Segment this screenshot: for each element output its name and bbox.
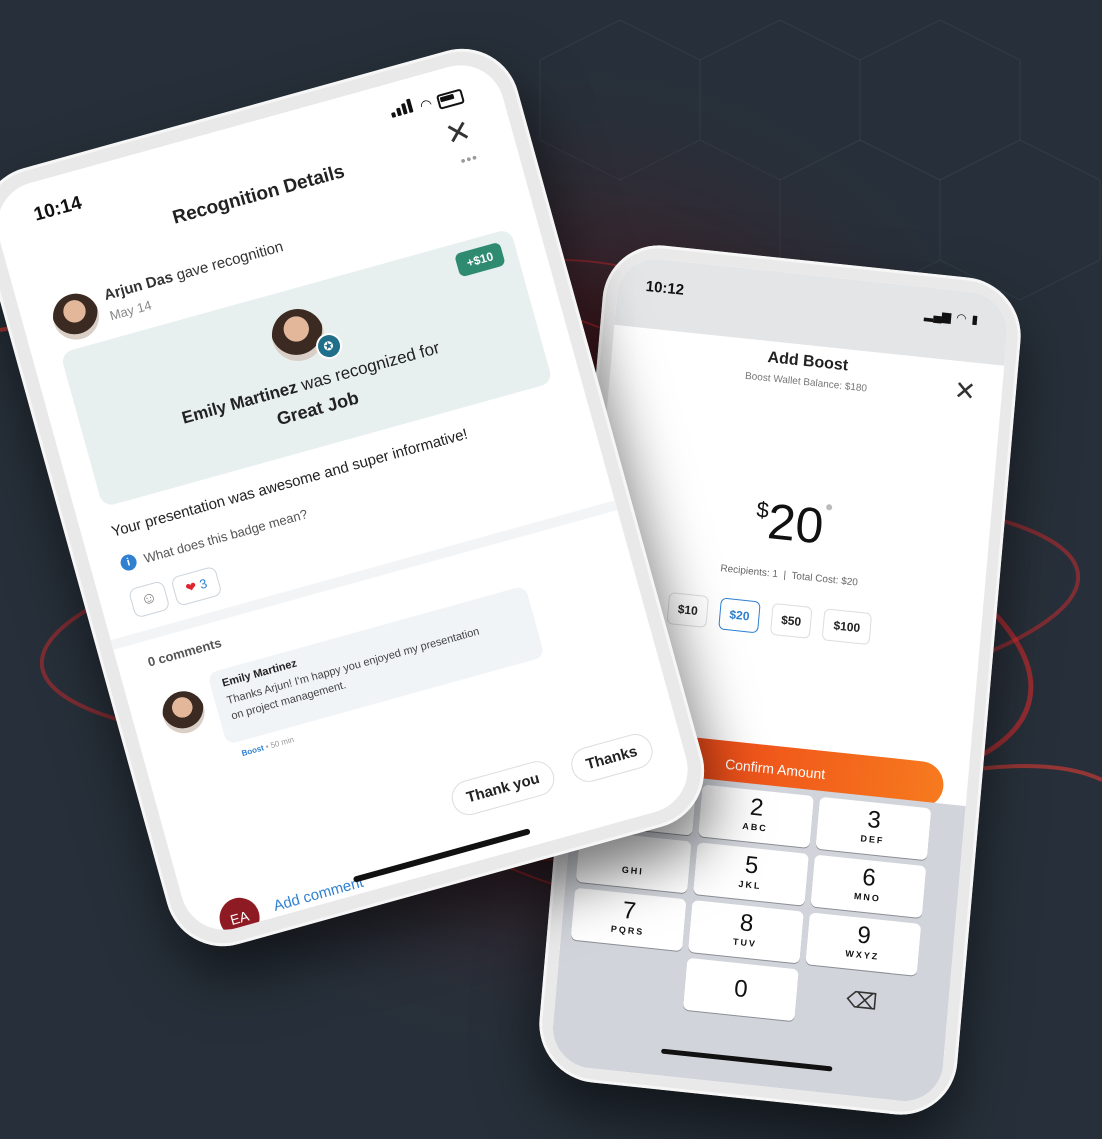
info-icon: i: [118, 552, 139, 573]
signal-icon: [388, 98, 416, 123]
heart-icon: ❤: [183, 578, 199, 596]
giver-line: Arjun Das gave recognition: [102, 238, 285, 304]
user-avatar: EA: [214, 893, 265, 940]
home-indicator: [660, 1048, 833, 1072]
giver-action: gave recognition: [174, 238, 286, 284]
amount-option[interactable]: $10: [666, 591, 710, 629]
boost-link[interactable]: Boost: [241, 743, 265, 758]
key-7[interactable]: 7 PQRS: [570, 887, 687, 952]
smiley-icon: ☺: [138, 588, 160, 610]
key-3[interactable]: 3 DEF: [815, 796, 932, 861]
separator: |: [782, 569, 787, 582]
more-dots-icon[interactable]: •••: [459, 149, 480, 169]
quick-reply-thanks[interactable]: Thanks: [567, 730, 657, 786]
add-comment-input[interactable]: Add comment: [272, 874, 366, 915]
close-icon[interactable]: ✕: [953, 375, 977, 407]
giver-name: Arjun Das: [102, 268, 175, 304]
amount-value: 20: [765, 492, 826, 555]
total-cost: Total Cost: $20: [790, 570, 859, 589]
wifi-icon: ◠: [417, 95, 434, 114]
add-reaction-button[interactable]: ☺: [127, 580, 171, 619]
quick-reply-thank-you[interactable]: Thank you: [447, 757, 559, 820]
amount-option[interactable]: $100: [821, 608, 873, 646]
caret-icon: ●: [824, 497, 835, 515]
currency-symbol: $: [755, 496, 770, 523]
comment-time: • 50 min: [264, 734, 296, 752]
commenter-avatar: [157, 686, 210, 739]
recipients-count: Recipients: 1: [719, 563, 779, 581]
giver-avatar: [47, 288, 105, 345]
key-9[interactable]: 9 WXYZ: [805, 912, 922, 976]
key-2[interactable]: 2 ABC: [698, 784, 815, 848]
key-5[interactable]: 5 JKL: [693, 842, 809, 906]
amount-option[interactable]: $50: [769, 602, 813, 639]
key-8[interactable]: 8 TUV: [687, 900, 804, 964]
backspace-icon[interactable]: ⌫: [845, 987, 878, 1016]
amount-options: $10 $20 $50 $100: [666, 591, 873, 646]
battery-icon: ▮: [970, 312, 979, 327]
award-name: Great Job: [274, 387, 361, 430]
reaction-count: 3: [197, 575, 209, 593]
status-time: 10:14: [31, 192, 85, 226]
heart-reaction-button[interactable]: ❤ 3: [170, 565, 223, 607]
comments-count: 0 comments: [146, 634, 224, 670]
key-6[interactable]: 6 MNO: [810, 854, 927, 919]
battery-icon: [435, 88, 466, 110]
recognition-card: +$10 ✪ Emily Martinez was recognized for…: [60, 228, 553, 508]
wifi-icon: ◠: [955, 310, 968, 326]
signal-icon: ▂▄▆: [923, 307, 952, 324]
points-badge: +$10: [454, 241, 506, 278]
key-0[interactable]: 0: [682, 957, 799, 1022]
amount-option-selected[interactable]: $20: [718, 597, 761, 634]
